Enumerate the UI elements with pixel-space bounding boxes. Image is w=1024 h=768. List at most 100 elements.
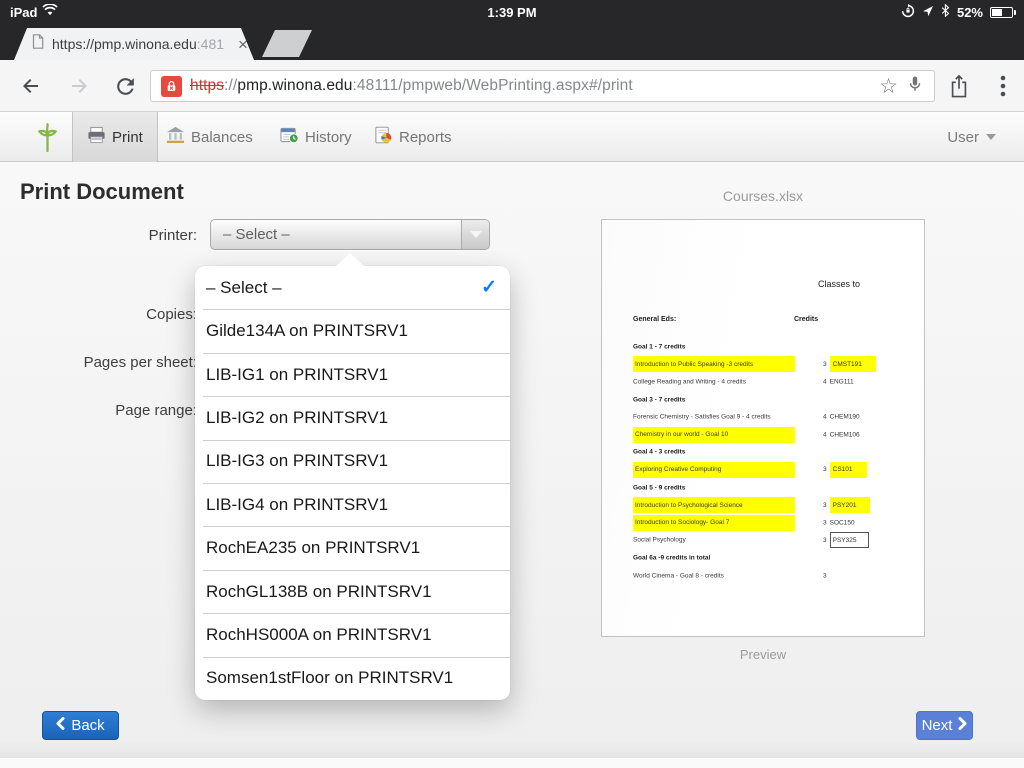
preview-row: Forensic Chemistry - Satisfies Goal 9 - … [633, 413, 860, 421]
printer-option[interactable]: RochEA235 on PRINTSRV1 [195, 526, 510, 569]
preview-row: Introduction to Psychological Science 3 PS… [602, 496, 924, 514]
tab-print[interactable]: Print [72, 112, 158, 162]
new-tab-button[interactable] [262, 30, 312, 57]
preview-row: Goal 4 - 3 credits [633, 448, 686, 456]
printer-option[interactable]: Gilde134A on PRINTSRV1 [195, 309, 510, 352]
bluetooth-icon [941, 3, 950, 20]
doc-title: Classes to [818, 279, 861, 289]
insecure-lock-icon[interactable] [161, 75, 182, 97]
printer-option[interactable]: LIB-IG4 on PRINTSRV1 [195, 483, 510, 526]
printer-option[interactable]: RochGL138B on PRINTSRV1 [195, 569, 510, 613]
printer-option-label: RochGL138B on PRINTSRV1 [206, 581, 432, 601]
tab-balances-label: Balances [191, 128, 253, 146]
printer-option[interactable]: LIB-IG2 on PRINTSRV1 [195, 396, 510, 439]
next-button[interactable]: Next [916, 711, 973, 740]
printer-option-label: RochHS000A on PRINTSRV1 [206, 624, 432, 644]
battery-percent: 52% [956, 4, 983, 20]
printer-option-label: Somsen1stFloor on PRINTSRV1 [206, 668, 454, 688]
tab-history[interactable]: History [280, 112, 352, 162]
footer-band [0, 740, 1024, 758]
address-bar[interactable]: https://pmp.winona.edu:48111/pmpweb/WebP… [150, 70, 935, 102]
user-menu[interactable]: User [947, 112, 996, 162]
url-text: https://pmp.winona.edu:48111/pmpweb/WebP… [190, 77, 633, 94]
printer-option-list: – Select – ✓ Gilde134A on PRINTSRV1 LIB-IG1… [195, 266, 510, 700]
print-icon [87, 126, 106, 148]
printer-option-label: – Select – [206, 277, 282, 297]
doc-col-header-left: General Eds: [633, 316, 677, 323]
select-arrow-button[interactable] [461, 220, 489, 249]
footer-band-bottom [0, 758, 1024, 768]
printer-option[interactable]: – Select – ✓ [195, 266, 510, 309]
clock: 1:39 PM [487, 4, 537, 20]
menu-dots-icon[interactable] [990, 73, 1016, 99]
preview-row: Exploring Creative Computing 3 CS101 [602, 461, 924, 479]
preview-row: Goal 1 - 7 credits [633, 343, 686, 351]
doc-rows: Goal 1 - 7 credits Introduction to Public… [602, 338, 924, 584]
printer-option-label: LIB-IG4 on PRINTSRV1 [206, 494, 389, 514]
chevron-down-icon [986, 134, 996, 140]
preview-row: Chemistry in our world - Goal 10 4 CHEM106 [602, 426, 924, 444]
browser-tab[interactable]: https://pmp.winona.edu:481 × [14, 28, 254, 60]
papercut-logo-icon[interactable] [34, 122, 61, 158]
printer-option[interactable]: RochHS000A on PRINTSRV1 [195, 613, 510, 656]
tab-print-label: Print [112, 128, 143, 146]
printer-option-label: LIB-IG2 on PRINTSRV1 [206, 407, 389, 427]
printer-option[interactable]: LIB-IG3 on PRINTSRV1 [195, 439, 510, 483]
pages-per-sheet-label: Pages per sheet: [83, 354, 197, 371]
browser-toolbar: https://pmp.winona.edu:48111/pmpweb/WebP… [0, 60, 1024, 112]
app-nav-bar: Print Balances History Reports User [0, 112, 1024, 162]
tab-reports[interactable]: Reports [374, 112, 452, 162]
printer-option-label: Gilde134A on PRINTSRV1 [206, 321, 408, 341]
back-button-label: Back [71, 717, 105, 734]
printer-select[interactable]: – Select – [210, 219, 490, 250]
printer-select-value: – Select – [223, 226, 290, 243]
calendar-icon [280, 126, 299, 148]
tab-balances[interactable]: Balances [166, 112, 253, 162]
page-title: Print Document [20, 179, 184, 204]
copies-label: Copies: [146, 306, 197, 323]
report-chart-icon [374, 126, 393, 148]
browser-tab-strip: https://pmp.winona.edu:481 × [0, 24, 1024, 60]
dropdown-notch [336, 253, 364, 266]
printer-label: Printer: [148, 227, 197, 244]
preview-row: Introduction to Public Speaking -3 credi… [602, 356, 924, 374]
back-nav-icon[interactable] [18, 73, 44, 99]
check-icon: ✓ [481, 277, 497, 299]
printer-option-label: LIB-IG3 on PRINTSRV1 [206, 451, 389, 471]
preview-filename: Courses.xlsx [722, 188, 804, 204]
bank-icon [166, 126, 185, 148]
printer-option-label: LIB-IG1 on PRINTSRV1 [206, 364, 389, 384]
page-range-label: Page range: [115, 402, 197, 419]
location-icon [922, 5, 934, 20]
bookmark-star-icon[interactable]: ☆ [879, 76, 898, 97]
ipad-screen: iPad 1:39 PM 52% https://pmp.winona.edu:… [0, 0, 1024, 768]
chevron-down-icon [469, 231, 482, 238]
next-button-label: Next [921, 717, 953, 734]
preview-row: Introduction to Sociology- Goal 7 3 SOC150 [602, 514, 924, 532]
printer-option[interactable]: Somsen1stFloor on PRINTSRV1 [195, 656, 510, 700]
battery-icon [990, 6, 1016, 18]
forward-nav-icon[interactable] [66, 73, 92, 99]
printer-option-label: RochEA235 on PRINTSRV1 [206, 538, 421, 558]
preview-row: Goal 6a -9 credits in total [633, 554, 711, 562]
user-menu-label: User [947, 128, 979, 146]
chevron-left-icon [56, 717, 65, 734]
preview-row: College Reading and Writing - 4 credits 4… [633, 378, 854, 386]
page-icon [32, 34, 44, 54]
preview-row: World Cinema - Goal 8 - credits 3 [633, 572, 827, 580]
doc-col-header-right: Credits [794, 316, 819, 323]
share-icon[interactable] [946, 73, 972, 99]
rotation-lock-icon [901, 3, 915, 21]
preview-row: Social Psychology 3 PSY325 [602, 532, 924, 550]
chevron-right-icon [958, 717, 967, 734]
tab-history-label: History [305, 128, 352, 146]
tab-title: https://pmp.winona.edu:481 [52, 36, 225, 52]
preview-caption: Preview [739, 647, 787, 662]
preview-row: Goal 5 - 9 credits [633, 484, 686, 492]
voice-search-icon[interactable] [906, 74, 924, 99]
back-button[interactable]: Back [42, 711, 119, 740]
document-preview: Classes to General Eds: Credits Goal 1 -… [601, 219, 925, 637]
reload-icon[interactable] [112, 73, 138, 99]
tab-close-icon[interactable]: × [238, 36, 248, 53]
printer-option[interactable]: LIB-IG1 on PRINTSRV1 [195, 352, 510, 396]
